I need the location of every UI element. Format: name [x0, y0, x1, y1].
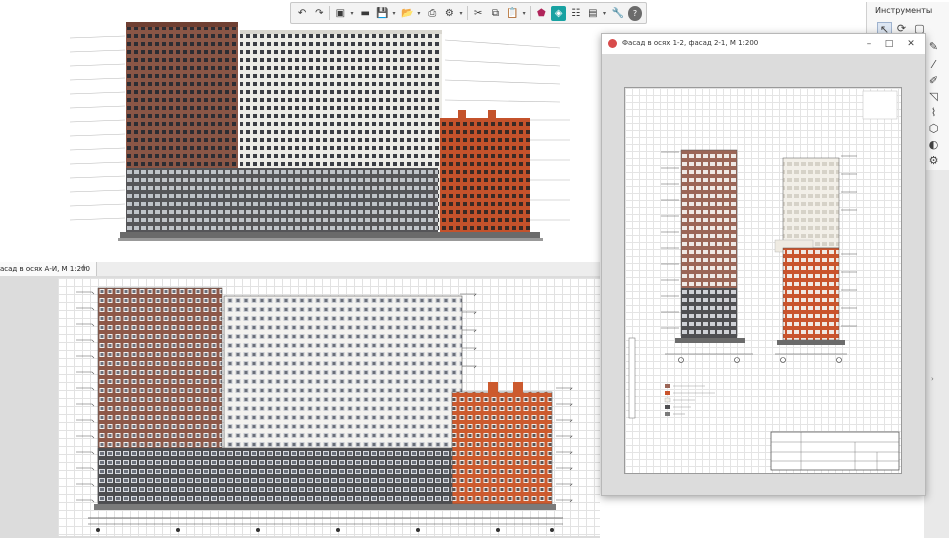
toolbar-separator [329, 6, 331, 20]
facade-3d-view[interactable] [0, 0, 600, 262]
gear-icon[interactable]: ⚙ [927, 154, 940, 167]
app-icon [608, 39, 617, 48]
right-side-strip: › [924, 170, 949, 538]
wrench-icon[interactable]: 🔧 [611, 6, 625, 21]
brush-tool-icon[interactable]: ⌇ [927, 106, 940, 119]
window-title: Фасад в осях 1-2, фасад 2-1, М 1:200 [622, 39, 759, 47]
chevron-down-icon[interactable]: ▾ [393, 10, 398, 17]
shield-icon[interactable]: ⬟ [534, 6, 548, 21]
toolbar-separator [530, 6, 532, 20]
pencil-tool-icon[interactable]: ✎ [927, 40, 940, 53]
minimize-button[interactable]: – [862, 37, 876, 51]
help-icon[interactable]: ? [627, 5, 643, 21]
panel-arrow-icon[interactable]: › [931, 375, 934, 383]
save-icon[interactable]: 💾 [375, 6, 389, 21]
line-tool-icon[interactable]: ⁄ [927, 58, 940, 71]
chevron-down-icon[interactable]: ▾ [523, 10, 528, 17]
model-icon[interactable]: ◈ [551, 5, 566, 21]
close-button[interactable]: ✕ [904, 37, 918, 51]
maximize-button[interactable]: □ [882, 37, 896, 51]
open-icon[interactable]: 📂 [400, 6, 414, 21]
drawing-sheet-right [624, 87, 902, 474]
fill-tool-icon[interactable]: ◐ [927, 138, 940, 151]
properties-icon[interactable]: ▤ [586, 6, 600, 21]
copy-icon[interactable]: ⧉ [488, 6, 502, 21]
undo-icon[interactable]: ↶ [295, 6, 309, 21]
chevron-down-icon[interactable]: ▾ [350, 10, 355, 17]
toolbar-separator [467, 6, 469, 20]
layers-icon[interactable]: ☷ [569, 6, 583, 21]
window-title-bar[interactable]: Фасад в осях 1-2, фасад 2-1, М 1:200 – □… [602, 34, 925, 54]
cube-tool-icon[interactable]: ⬡ [927, 122, 940, 135]
sheet-icon[interactable]: ▬ [358, 6, 372, 21]
chevron-down-icon[interactable]: ▾ [417, 10, 422, 17]
facade-elevation-drawing [76, 287, 573, 532]
facade-2d-view[interactable] [0, 276, 600, 538]
print-icon[interactable]: ⎙ [425, 6, 439, 21]
ruler-tool-icon[interactable]: ◹ [927, 90, 940, 103]
facade-sections-drawing [628, 90, 900, 471]
facade-window[interactable]: Фасад в осях 1-2, фасад 2-1, М 1:200 – □… [601, 33, 926, 496]
redo-icon[interactable]: ↷ [312, 6, 326, 21]
window-body [602, 54, 925, 495]
facade-3d-drawing [69, 22, 570, 241]
add-tab-button[interactable]: + [80, 263, 88, 273]
view3d-icon[interactable]: ▣ [333, 6, 347, 21]
marker-tool-icon[interactable]: ✐ [927, 74, 940, 87]
cut-icon[interactable]: ✂ [471, 6, 485, 21]
main-toolbar: ↶ ↷ ▣ ▾ ▬ 💾 ▾ 📂 ▾ ⎙ ⚙ ▾ ✂ ⧉ 📋 ▾ ⬟ ◈ ☷ ▤ … [290, 2, 647, 24]
paste-icon[interactable]: 📋 [505, 6, 519, 21]
tools-panel-title: Инструменты [875, 6, 933, 15]
chevron-down-icon[interactable]: ▾ [459, 10, 464, 17]
drawing-sheet [58, 278, 600, 536]
chevron-down-icon[interactable]: ▾ [603, 10, 608, 17]
settings-icon[interactable]: ⚙ [442, 6, 456, 21]
